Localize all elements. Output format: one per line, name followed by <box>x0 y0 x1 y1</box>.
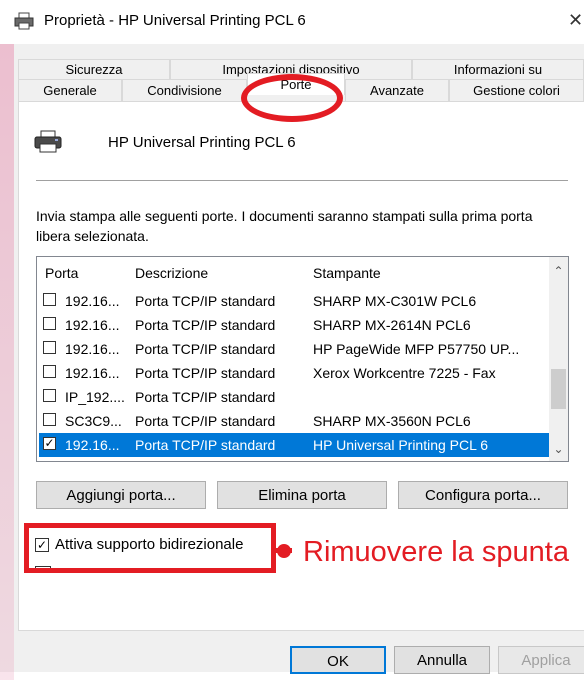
tab-condivisione[interactable]: Condivisione <box>122 79 247 101</box>
delete-port-button[interactable]: Elimina porta <box>217 481 387 509</box>
port-row[interactable]: 192.16... Porta TCP/IP standard HP PageW… <box>39 337 549 361</box>
port-checkbox[interactable] <box>43 413 56 426</box>
window-title: Proprietà - HP Universal Printing PCL 6 <box>44 12 306 29</box>
cancel-button[interactable]: Annulla <box>394 646 490 674</box>
configure-port-button[interactable]: Configura porta... <box>398 481 568 509</box>
port-row[interactable]: IP_192.... Porta TCP/IP standard <box>39 385 549 409</box>
title-bar: Proprietà - HP Universal Printing PCL 6 … <box>0 0 584 44</box>
port-row[interactable]: 192.16... Porta TCP/IP standard Xerox Wo… <box>39 361 549 385</box>
annotation-box <box>24 523 276 573</box>
port-name: 192.16... <box>65 437 120 453</box>
close-icon[interactable]: ✕ <box>568 10 583 31</box>
port-row-selected[interactable]: ✓ 192.16... Porta TCP/IP standard HP Uni… <box>39 433 549 457</box>
decorative-stripe <box>0 40 14 680</box>
scroll-up-icon[interactable]: ⌃ <box>549 261 568 281</box>
port-printer: HP PageWide MFP P57750 UP... <box>313 341 520 357</box>
port-row[interactable]: 192.16... Porta TCP/IP standard SHARP MX… <box>39 313 549 337</box>
port-desc: Porta TCP/IP standard <box>135 293 276 309</box>
scroll-down-icon[interactable]: ⌄ <box>549 439 568 459</box>
port-checkbox-checked[interactable]: ✓ <box>43 437 56 450</box>
tab-informazioni-su[interactable]: Informazioni su <box>412 59 584 79</box>
port-name: 192.16... <box>65 341 120 357</box>
port-desc: Porta TCP/IP standard <box>135 437 276 453</box>
port-name: 192.16... <box>65 317 120 333</box>
port-desc: Porta TCP/IP standard <box>135 317 276 333</box>
scroll-thumb[interactable] <box>551 369 566 409</box>
port-list[interactable]: Porta Descrizione Stampante 192.16... Po… <box>36 256 569 462</box>
printer-title-icon <box>14 12 34 30</box>
printer-name: HP Universal Printing PCL 6 <box>108 134 296 151</box>
port-checkbox[interactable] <box>43 293 56 306</box>
column-header-stampante[interactable]: Stampante <box>313 265 381 281</box>
column-header-porta[interactable]: Porta <box>45 265 78 281</box>
port-description-text: Invia stampa alle seguenti porte. I docu… <box>36 208 533 244</box>
port-desc: Porta TCP/IP standard <box>135 389 276 405</box>
tab-gestione-colori[interactable]: Gestione colori <box>449 79 584 101</box>
apply-button[interactable]: Applica <box>498 646 584 674</box>
tab-generale[interactable]: Generale <box>18 79 122 101</box>
port-checkbox[interactable] <box>43 389 56 402</box>
port-printer: SHARP MX-2614N PCL6 <box>313 317 471 333</box>
annotation-dot <box>277 544 291 558</box>
port-name: IP_192.... <box>65 389 125 405</box>
separator <box>36 180 568 181</box>
column-header-descrizione[interactable]: Descrizione <box>135 265 208 281</box>
port-row[interactable]: SC3C9... Porta TCP/IP standard SHARP MX-… <box>39 409 549 433</box>
port-list-scrollbar[interactable]: ⌃ ⌄ <box>549 257 568 461</box>
port-checkbox[interactable] <box>43 317 56 330</box>
port-name: 192.16... <box>65 365 120 381</box>
highlight-circle <box>241 74 343 122</box>
port-name: 192.16... <box>65 293 120 309</box>
printer-properties-dialog: Proprietà - HP Universal Printing PCL 6 … <box>0 0 584 680</box>
port-printer: SHARP MX-C301W PCL6 <box>313 293 477 309</box>
port-checkbox[interactable] <box>43 365 56 378</box>
port-name: SC3C9... <box>65 413 122 429</box>
tab-sicurezza[interactable]: Sicurezza <box>18 59 170 79</box>
port-desc: Porta TCP/IP standard <box>135 365 276 381</box>
port-checkbox[interactable] <box>43 341 56 354</box>
tab-avanzate[interactable]: Avanzate <box>345 79 449 101</box>
port-printer: SHARP MX-3560N PCL6 <box>313 413 471 429</box>
annotation-text: Rimuovere la spunta <box>303 536 569 568</box>
port-desc: Porta TCP/IP standard <box>135 413 276 429</box>
add-port-button[interactable]: Aggiungi porta... <box>36 481 206 509</box>
port-row[interactable]: 192.16... Porta TCP/IP standard SHARP MX… <box>39 289 549 313</box>
port-printer: Xerox Workcentre 7225 - Fax <box>313 365 496 381</box>
ok-button[interactable]: OK <box>290 646 386 674</box>
printer-icon <box>34 130 62 153</box>
port-printer: HP Universal Printing PCL 6 <box>313 437 489 453</box>
port-desc: Porta TCP/IP standard <box>135 341 276 357</box>
